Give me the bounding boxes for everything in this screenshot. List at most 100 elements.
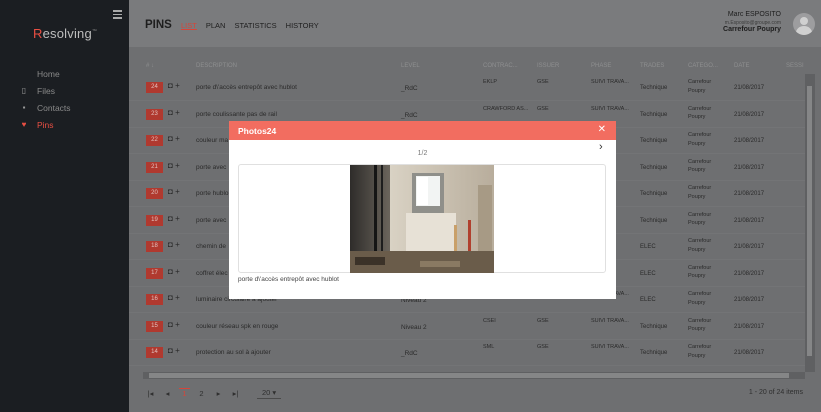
camera-icon[interactable]: ◘	[168, 214, 173, 223]
page-size-select[interactable]: 20 ▾	[257, 387, 282, 399]
row-actions: ◘ +	[168, 108, 180, 117]
camera-icon[interactable]: ◘	[168, 161, 173, 170]
column-header-category[interactable]: CATEGO...	[688, 63, 718, 69]
cell-phase: SUIVI TRAVA...	[591, 79, 629, 85]
cell-date: 21/08/2017	[734, 217, 765, 224]
camera-icon[interactable]: ◘	[168, 320, 173, 329]
column-header-date[interactable]: DATE	[734, 63, 750, 69]
cell-date: 21/08/2017	[734, 350, 765, 356]
pin-number-badge: 17	[146, 267, 163, 279]
cell-category: Carrefour Poupry	[688, 344, 712, 359]
page-1-button[interactable]: 1	[179, 388, 190, 398]
cell-category: Carrefour Poupry	[688, 105, 712, 121]
column-header-description[interactable]: DESCRIPTION	[196, 63, 237, 69]
pin-number-badge: 22	[146, 135, 163, 146]
page-title: PINS	[145, 19, 172, 31]
cell-phase: SUIVI TRAVA...	[591, 344, 629, 350]
last-page-button[interactable]: ▸|	[230, 389, 241, 398]
plus-icon[interactable]: +	[175, 187, 180, 196]
site-photo-image	[350, 165, 494, 273]
cell-category: Carrefour Poupry	[688, 79, 712, 94]
cell-description: protection au sol à ajouter	[196, 349, 271, 356]
column-header-issuer[interactable]: ISSUER	[537, 63, 559, 69]
sidebar-item-contacts[interactable]: ▪ Contacts	[0, 99, 129, 116]
pin-number-badge: 14	[146, 347, 163, 358]
camera-icon[interactable]: ◘	[168, 187, 173, 196]
plus-icon[interactable]: +	[175, 81, 180, 90]
user-info[interactable]: Marc ESPOSITO m.Esposito@groupe.com Carr…	[723, 11, 781, 35]
photos-modal: Photos24 ✕ 1/2 › porte d\'accès entrepôt…	[229, 121, 616, 299]
plus-icon[interactable]: +	[175, 293, 180, 302]
table-header: # ↓ DESCRIPTION LEVEL CONTRAC... ISSUER …	[129, 60, 821, 74]
table-row[interactable]: 24 ◘ + porte d\'accès entrepôt avec hublot…	[129, 75, 805, 101]
cell-date: 21/08/2017	[734, 85, 765, 91]
sidebar-item-pins[interactable]: ♥ Pins	[0, 116, 129, 133]
pin-number-badge: 20	[146, 188, 163, 199]
cell-trades: ELEC	[640, 270, 656, 277]
table-row[interactable]: 14 ◘ + protection au sol à ajouter _RdC SML G…	[129, 340, 805, 366]
column-header-session[interactable]: SESSI	[786, 63, 804, 69]
cell-trades: Technique	[640, 164, 668, 171]
cell-date: 21/08/2017	[734, 191, 765, 197]
camera-icon[interactable]: ◘	[168, 81, 173, 90]
photo-counter: 1/2	[417, 150, 428, 157]
page-2-button[interactable]: 2	[196, 389, 207, 398]
plus-icon[interactable]: +	[175, 108, 180, 117]
camera-icon[interactable]: ◘	[168, 346, 173, 355]
plus-icon[interactable]: +	[175, 161, 180, 170]
column-header-trades[interactable]: TRADES	[640, 63, 664, 69]
tab-history[interactable]: HISTORY	[286, 21, 319, 30]
first-page-button[interactable]: |◂	[145, 389, 156, 398]
row-actions: ◘ +	[168, 293, 180, 302]
cell-description: coffret élec	[196, 269, 228, 277]
cell-trades: Technique	[640, 217, 668, 224]
photo-caption: porte d\'accès entrepôt avec hublot	[238, 276, 339, 283]
cell-level: Niveau 2	[401, 323, 427, 331]
sidebar-item-files[interactable]: ▯ Files	[0, 82, 129, 99]
pin-number-badge: 23	[146, 108, 163, 120]
sidebar-item-label: Files	[37, 85, 55, 96]
plus-icon[interactable]: +	[175, 346, 180, 355]
next-page-button[interactable]: ▸	[213, 389, 224, 398]
cell-date: 21/08/2017	[734, 111, 765, 118]
cell-trades: Technique	[640, 350, 668, 356]
plus-icon[interactable]: +	[175, 240, 180, 249]
camera-icon[interactable]: ◘	[168, 293, 173, 302]
row-actions: ◘ +	[168, 134, 180, 143]
chevron-right-icon[interactable]: ›	[599, 141, 603, 153]
table-row[interactable]: 15 ◘ + couleur réseau spk en rouge Niveau 2…	[129, 314, 805, 340]
plus-icon[interactable]: +	[175, 134, 180, 143]
site-photo[interactable]	[350, 165, 494, 273]
camera-icon[interactable]: ◘	[168, 240, 173, 249]
cell-trades: Technique	[640, 323, 668, 330]
close-icon[interactable]: ✕	[598, 124, 606, 135]
camera-icon[interactable]: ◘	[168, 267, 173, 276]
camera-icon[interactable]: ◘	[168, 134, 173, 143]
user-company: Carrefour Poupry	[723, 26, 781, 33]
column-header-level[interactable]: LEVEL	[401, 63, 420, 69]
prev-page-button[interactable]: ◂	[162, 389, 173, 398]
vertical-scrollbar[interactable]	[805, 74, 815, 372]
sidebar-item-home[interactable]: Home	[0, 65, 129, 82]
column-header-number[interactable]: # ↓	[146, 63, 154, 69]
cell-date: 21/08/2017	[734, 164, 765, 171]
cell-category: Carrefour Poupry	[688, 211, 712, 227]
row-actions: ◘ +	[168, 346, 180, 355]
avatar[interactable]	[793, 13, 815, 35]
column-header-contractor[interactable]: CONTRAC...	[483, 63, 518, 69]
pin-number-badge: 24	[146, 82, 163, 93]
tab-statistics[interactable]: STATISTICS	[234, 21, 276, 30]
cell-level: _RdC	[401, 85, 418, 92]
camera-icon[interactable]: ◘	[168, 108, 173, 117]
column-header-phase[interactable]: PHASE	[591, 63, 611, 69]
tab-list[interactable]: LIST	[181, 21, 197, 30]
plus-icon[interactable]: +	[175, 214, 180, 223]
plus-icon[interactable]: +	[175, 320, 180, 329]
pin-number-badge: 16	[146, 294, 163, 305]
menu-icon[interactable]	[113, 10, 122, 21]
horizontal-scrollbar[interactable]	[143, 372, 805, 379]
pin-number-badge: 15	[146, 320, 163, 332]
tab-plan[interactable]: PLAN	[206, 21, 226, 30]
top-bar: PINS LIST PLAN STATISTICS HISTORY Marc E…	[129, 0, 821, 47]
plus-icon[interactable]: +	[175, 267, 180, 276]
